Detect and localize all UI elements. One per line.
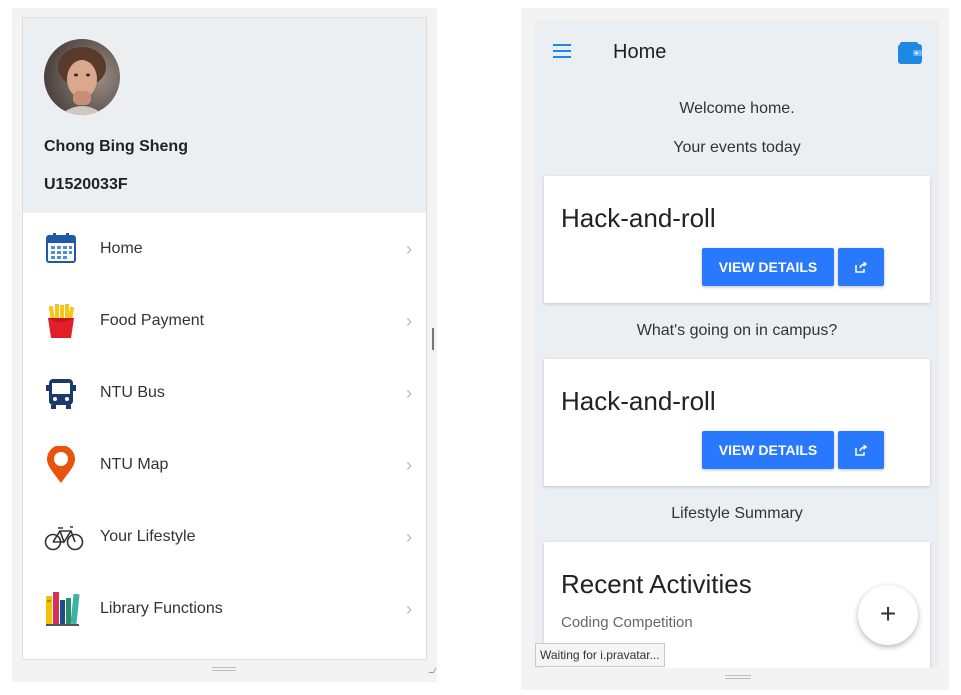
menu-item-ntu-map[interactable]: NTU Map › bbox=[23, 429, 426, 501]
menu-label-your-lifestyle: Your Lifestyle bbox=[100, 528, 196, 545]
menu-item-home[interactable]: Home › bbox=[23, 213, 426, 285]
add-fab-button[interactable]: + bbox=[858, 585, 918, 645]
hamburger-menu-icon[interactable] bbox=[553, 44, 571, 58]
chevron-right-icon: › bbox=[406, 311, 412, 331]
menu-item-ntu-bus[interactable]: NTU Bus › bbox=[23, 357, 426, 429]
drawer-header: Chong Bing Sheng U1520033F bbox=[23, 18, 426, 213]
avatar[interactable] bbox=[44, 39, 120, 115]
chevron-right-icon: › bbox=[406, 239, 412, 259]
home-screen: Home Welcome home. Your events today Hac… bbox=[535, 20, 939, 668]
resize-handle[interactable] bbox=[725, 675, 751, 679]
menu-label-home: Home bbox=[100, 240, 143, 257]
books-icon bbox=[44, 590, 80, 628]
resize-handle[interactable] bbox=[212, 667, 236, 671]
menu-label-library-functions: Library Functions bbox=[100, 600, 223, 617]
event-card-title: Hack-and-roll bbox=[561, 203, 716, 233]
map-pin-icon bbox=[44, 445, 78, 484]
user-id: U1520033F bbox=[44, 176, 128, 193]
bicycle-icon bbox=[44, 518, 84, 556]
fries-icon bbox=[44, 302, 78, 340]
chevron-right-icon: › bbox=[406, 527, 412, 547]
divider-handle[interactable] bbox=[432, 328, 434, 350]
menu-item-your-lifestyle[interactable]: Your Lifestyle › bbox=[23, 501, 426, 573]
lifestyle-heading: Lifestyle Summary bbox=[671, 505, 803, 522]
menu-item-library-functions[interactable]: Library Functions › bbox=[23, 573, 426, 645]
welcome-text: Welcome home. bbox=[679, 100, 795, 117]
chevron-right-icon: › bbox=[406, 455, 412, 475]
campus-card-title: Hack-and-roll bbox=[561, 386, 716, 416]
view-details-button[interactable]: VIEW DETAILS bbox=[702, 248, 834, 286]
event-card: Hack-and-roll VIEW DETAILS bbox=[544, 176, 930, 303]
user-name: Chong Bing Sheng bbox=[44, 138, 188, 155]
bus-icon bbox=[44, 374, 78, 412]
page-title: Home bbox=[613, 41, 667, 63]
navigation-drawer: Chong Bing Sheng U1520033F Home › Food P… bbox=[22, 17, 427, 660]
campus-card: Hack-and-roll VIEW DETAILS bbox=[544, 359, 930, 486]
recent-activities-title: Recent Activities bbox=[561, 569, 752, 599]
wallet-icon[interactable] bbox=[898, 42, 922, 64]
app-bar: Home bbox=[535, 20, 939, 88]
menu-label-ntu-bus: NTU Bus bbox=[100, 384, 165, 401]
loading-status-text: Waiting for i.pravatar... bbox=[535, 643, 665, 667]
menu-label-food-payment: Food Payment bbox=[100, 312, 205, 329]
menu-label-ntu-map: NTU Map bbox=[100, 456, 169, 473]
drawer-menu: Home › Food Payment › NTU Bus › NTU Map … bbox=[23, 213, 426, 645]
chevron-right-icon: › bbox=[406, 599, 412, 619]
calendar-icon bbox=[44, 230, 78, 268]
view-details-button[interactable]: VIEW DETAILS bbox=[702, 431, 834, 469]
events-heading: Your events today bbox=[673, 139, 801, 156]
share-button[interactable] bbox=[838, 248, 884, 286]
share-button[interactable] bbox=[838, 431, 884, 469]
share-icon bbox=[855, 262, 867, 273]
chevron-right-icon: › bbox=[406, 383, 412, 403]
share-icon bbox=[855, 445, 867, 456]
campus-heading: What's going on in campus? bbox=[636, 322, 838, 339]
menu-item-food-payment[interactable]: Food Payment › bbox=[23, 285, 426, 357]
activity-item[interactable]: Coding Competition bbox=[561, 614, 693, 631]
